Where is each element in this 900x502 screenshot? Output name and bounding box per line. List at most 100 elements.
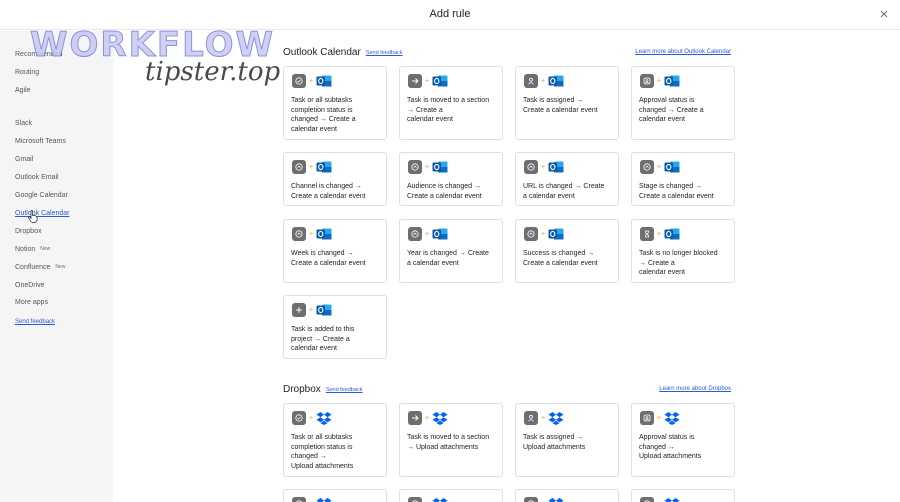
rule-description: Week is changed → Create a calendar even… [291,250,366,267]
card-icons: + [292,227,332,241]
rule-description: Audience is changed → Create a calendar … [407,183,482,200]
dropbox-rule-card[interactable]: + [399,489,503,502]
person-icon [524,74,538,88]
plus-separator-icon: + [541,163,546,171]
rule-description: Approval status is changed → Upload atta… [639,434,702,460]
outlook-icon [316,228,332,240]
rule-description: Task is assigned → Create a calendar eve… [523,97,598,114]
dropbox-rule-card[interactable]: + Task or all subtasks completion status … [283,403,387,477]
rule-description: URL is changed → Create a calendar event [523,183,605,200]
outlook-calendar-rule-card[interactable]: + Task is assigned → Create a calendar ev… [515,66,619,140]
plus-separator-icon: + [541,230,546,238]
outlook-calendar-rule-card[interactable]: + URL is changed → Create a calendar even… [515,152,619,206]
rule-description: Year is changed → Create a calendar even… [407,250,489,267]
outlook-calendar-rule-card[interactable]: + Approval status is changed → Create a c… [631,66,735,140]
dropbox-rule-card[interactable]: + Task is assigned → Upload attachments [515,403,619,477]
new-badge: New [55,264,66,270]
outlook-calendar-rule-card[interactable]: + Success is changed → Create a calendar … [515,219,619,283]
outlook-icon [432,75,448,87]
rule-description: Task is moved to a section → Upload atta… [407,434,490,451]
sidebar-item-recommended[interactable]: Recommended [15,51,62,58]
card-icons: + [524,74,564,88]
outlook-calendar-rule-card[interactable]: + Year is changed → Create a calendar eve… [399,219,503,283]
plus-separator-icon: + [309,230,314,238]
field-icon [408,227,422,241]
sidebar-item-outlook-email[interactable]: Outlook Email [15,174,59,181]
rule-description: Task is assigned → Upload attachments [523,434,586,451]
field-icon [292,497,306,502]
section-send-feedback-link[interactable]: Send feedback [326,387,363,393]
sidebar-item-routing[interactable]: Routing [15,69,39,76]
main-content: Outlook Calendar Send feedback Learn more … [113,31,900,502]
field-icon [524,160,538,174]
outlook-calendar-rule-card[interactable]: + Stage is changed → Create a calendar ev… [631,152,735,206]
sidebar-item-confluence[interactable]: Confluence New [15,264,65,271]
learn-more-dropbox-link[interactable]: Learn more about Dropbox [659,386,731,392]
plus-separator-icon: + [425,414,430,422]
dropbox-rule-card[interactable]: + [283,489,387,502]
sidebar-item-slack[interactable]: Slack [15,120,32,127]
arrow-right-icon [408,411,422,425]
dropbox-rule-card[interactable]: + Approval status is changed → Upload att… [631,403,735,477]
sidebar-item-outlook-calendar[interactable]: Outlook Calendar [15,210,69,217]
approval-icon [640,74,654,88]
sidebar-item-google-calendar[interactable]: Google Calendar [15,192,68,199]
outlook-icon [664,75,680,87]
section-title-outlook-calendar: Outlook Calendar Send feedback [283,47,403,58]
card-icons: + [408,74,448,88]
dropbox-icon [664,412,680,425]
outlook-calendar-rule-card[interactable]: + Task or all subtasks completion status … [283,66,387,140]
dropbox-rule-card[interactable]: + [515,489,619,502]
card-icons: + [640,160,680,174]
outlook-calendar-rule-card[interactable]: + Week is changed → Create a calendar eve… [283,219,387,283]
check-circle-icon [292,411,306,425]
outlook-calendar-rule-card[interactable]: + Channel is changed → Create a calendar … [283,152,387,206]
plus-separator-icon: + [425,77,430,85]
plus-separator-icon: + [309,306,314,314]
outlook-icon [664,161,680,173]
rule-description: Task is added to this project → Create a… [291,326,355,352]
outlook-icon [548,75,564,87]
outlook-icon [664,228,680,240]
plus-separator-icon: + [425,163,430,171]
field-icon [640,160,654,174]
sidebar-item-notion[interactable]: Notion New [15,246,50,253]
sidebar-item-onedrive[interactable]: OneDrive [15,282,45,289]
sidebar-item-gmail[interactable]: Gmail [15,156,33,163]
section-heading: Outlook Calendar [283,47,361,58]
dropbox-rule-card[interactable]: + Task is moved to a section → Upload att… [399,403,503,477]
close-button[interactable] [876,6,892,22]
sidebar-item-microsoft-teams[interactable]: Microsoft Teams [15,138,66,145]
dropbox-rule-card[interactable]: + [631,489,735,502]
sidebar-item-agile[interactable]: Agile [15,87,31,94]
section-send-feedback-link[interactable]: Send feedback [366,50,403,56]
learn-more-outlook-calendar-link[interactable]: Learn more about Outlook Calendar [635,49,731,55]
hourglass-icon [640,227,654,241]
outlook-icon [432,228,448,240]
outlook-icon [432,161,448,173]
outlook-calendar-rule-card[interactable]: + Task is moved to a section → Create a c… [399,66,503,140]
dropbox-icon [316,498,332,502]
rule-description: Task or all subtasks completion status i… [291,97,356,133]
modal-title: Add rule [429,8,471,20]
card-icons: + [524,227,564,241]
field-icon [524,227,538,241]
outlook-icon [548,161,564,173]
dropbox-icon [548,412,564,425]
plus-separator-icon: + [309,414,314,422]
sidebar-send-feedback-link[interactable]: Send feedback [15,319,55,325]
arrow-right-icon [408,74,422,88]
dropbox-icon [432,412,448,425]
plus-separator-icon: + [309,163,314,171]
outlook-calendar-rule-card[interactable]: + Task is added to this project → Create … [283,295,387,359]
outlook-calendar-rule-card[interactable]: + Audience is changed → Create a calendar… [399,152,503,206]
sidebar-item-more-apps[interactable]: More apps [15,299,48,306]
outlook-calendar-rule-card[interactable]: + Task is no longer blocked → Create a ca… [631,219,735,283]
dropbox-icon [316,412,332,425]
modal-header: Add rule [0,0,900,30]
sidebar-item-dropbox[interactable]: Dropbox [15,228,41,235]
rule-description: Task is no longer blocked → Create a cal… [639,250,718,276]
card-icons: + [408,227,448,241]
card-icons: + [408,411,448,425]
dropbox-icon [664,498,680,502]
